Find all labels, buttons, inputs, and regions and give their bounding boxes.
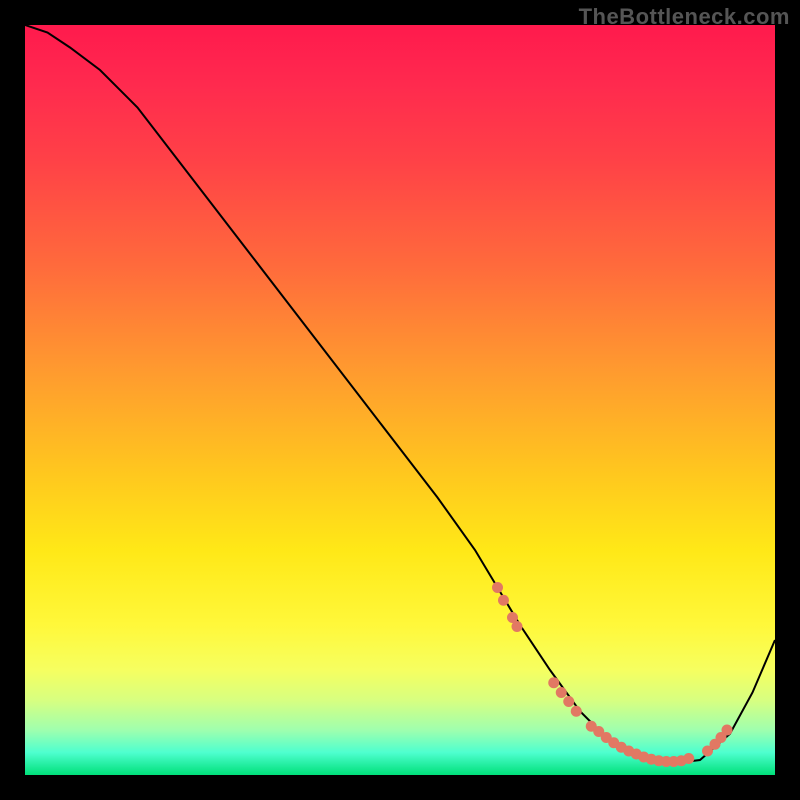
trough-marker (512, 621, 523, 632)
trough-marker (683, 753, 694, 764)
bottleneck-curve (25, 25, 775, 764)
watermark-text: TheBottleneck.com (579, 4, 790, 30)
chart-frame: TheBottleneck.com (0, 0, 800, 800)
trough-marker (498, 595, 509, 606)
trough-marker (492, 582, 503, 593)
trough-marker (563, 696, 574, 707)
trough-markers-group (492, 582, 733, 767)
curve-svg (25, 25, 775, 775)
trough-marker (548, 677, 559, 688)
plot-area (25, 25, 775, 775)
trough-marker (571, 706, 582, 717)
trough-marker (722, 725, 733, 736)
trough-marker (556, 687, 567, 698)
